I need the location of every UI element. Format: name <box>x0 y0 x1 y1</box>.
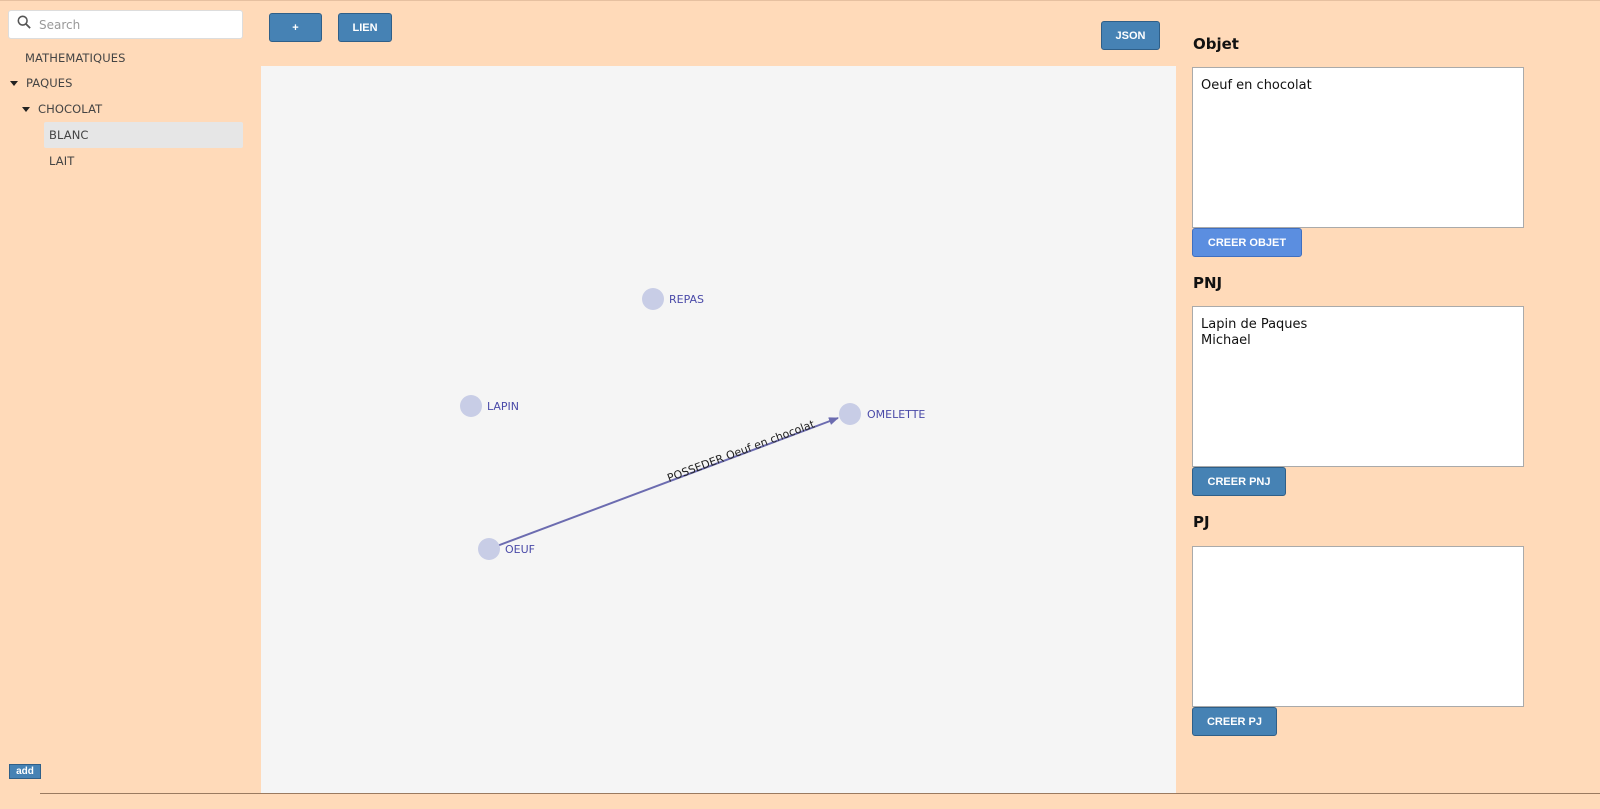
create-pj-button[interactable]: CREER PJ <box>1192 707 1277 736</box>
pj-title: PJ <box>1193 513 1210 531</box>
edge-label: POSSEDER Oeuf en chocolat <box>665 417 817 484</box>
node-label-repas: REPAS <box>669 293 705 306</box>
graph-svg: POSSEDER Oeuf en chocolat <box>460 288 861 560</box>
create-objet-button[interactable]: CREER OBJET <box>1192 228 1302 257</box>
tree-item-label: CHOCOLAT <box>38 102 103 116</box>
pj-textarea[interactable] <box>1192 546 1524 707</box>
graph-node-oeuf[interactable] <box>478 538 500 560</box>
json-button[interactable]: JSON <box>1101 21 1160 50</box>
tree-item-label: PAQUES <box>26 76 73 90</box>
create-pnj-button[interactable]: CREER PNJ <box>1192 467 1286 496</box>
objet-title: Objet <box>1193 35 1239 53</box>
tree-item-chocolat[interactable]: CHOCOLAT <box>22 96 243 122</box>
tree-item-label: LAIT <box>49 154 75 168</box>
pnj-title: PNJ <box>1193 274 1223 292</box>
link-button[interactable]: LIEN <box>338 13 392 42</box>
node-label-oeuf: OEUF <box>505 543 535 556</box>
tree-item-label: MATHEMATIQUES <box>25 51 126 65</box>
search-box[interactable] <box>8 10 243 39</box>
pnj-textarea[interactable]: Lapin de Paques Michael <box>1192 306 1524 467</box>
graph-node-lapin[interactable] <box>460 395 482 417</box>
tree-item-blanc[interactable]: BLANC <box>44 122 243 148</box>
graph-node-omelette[interactable] <box>839 403 861 425</box>
add-button[interactable]: add <box>9 764 41 779</box>
divider <box>40 793 1600 794</box>
add-node-button[interactable]: + <box>269 13 322 42</box>
tree-item-mathematiques[interactable]: MATHEMATIQUES <box>25 45 245 71</box>
tree-item-label: BLANC <box>49 128 89 142</box>
tree-item-paques[interactable]: PAQUES <box>10 70 243 96</box>
objet-textarea[interactable]: Oeuf en chocolat <box>1192 67 1524 228</box>
graph-canvas[interactable]: POSSEDER Oeuf en chocolat REPAS LAPIN OM… <box>261 66 1176 793</box>
search-icon <box>17 15 31 34</box>
caret-down-icon[interactable] <box>22 106 30 112</box>
graph-node-repas[interactable] <box>642 288 664 310</box>
search-input[interactable] <box>39 17 229 32</box>
node-label-lapin: LAPIN <box>487 400 520 413</box>
node-label-omelette: OMELETTE <box>867 408 926 421</box>
caret-down-icon[interactable] <box>10 80 18 86</box>
tree-item-lait[interactable]: LAIT <box>44 148 243 174</box>
